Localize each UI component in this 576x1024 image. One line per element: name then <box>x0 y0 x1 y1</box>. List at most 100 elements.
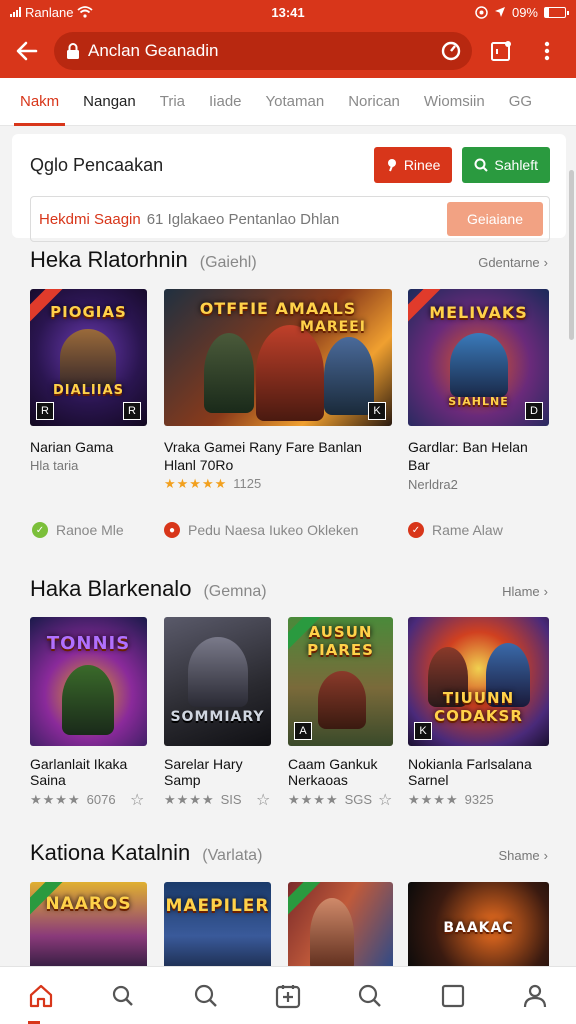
tab-3[interactable]: Iiade <box>197 78 254 126</box>
more-vertical-icon <box>544 41 550 61</box>
game-artwork-hero <box>60 329 116 387</box>
search-card: Qglo Pencaakan Rinee Sahleft Hekdmi Saag… <box>12 134 566 242</box>
nav-search-2[interactable] <box>165 967 247 1024</box>
game-tile[interactable]: OTFFIE AMAALS MAREEI K <box>164 289 392 426</box>
game-artwork-hero <box>324 337 374 415</box>
game-name[interactable]: Vraka Gamei Rany Fare Banlan <box>164 438 394 456</box>
game-subtitle: Hlanl 70Ro <box>164 457 234 473</box>
game-tile[interactable]: TONNIS <box>30 617 147 746</box>
game-artwork-hero <box>318 671 366 729</box>
rating-value: SIS <box>220 792 242 807</box>
tab-4[interactable]: Yotaman <box>254 78 337 126</box>
nav-home[interactable] <box>0 967 82 1024</box>
scrollbar[interactable] <box>569 170 574 340</box>
arrow-left-icon <box>16 41 38 61</box>
star-icon: ★★★★ <box>408 792 459 807</box>
reload-icon[interactable] <box>440 40 462 62</box>
game-subtitle: Hla taria <box>30 458 79 473</box>
bottom-nav <box>0 966 576 1024</box>
section-1-subtitle: (Gaiehl) <box>199 254 257 271</box>
game-tile[interactable]: AUSUN PIARES A <box>288 617 393 746</box>
tab-2[interactable]: Tria <box>148 78 197 126</box>
nav-library[interactable] <box>411 967 493 1024</box>
rating-value: 9325 <box>464 792 494 807</box>
search-placeholder: 61 Iglakaeo Pentanlao Dhlan <box>146 210 340 228</box>
battery-percent: 09% <box>511 4 538 20</box>
rating-stars: ★★★★ 6076 <box>30 792 116 808</box>
section-3-header: Kationa Katalnin (Varlata) Shame › <box>30 840 548 866</box>
tag-chip[interactable]: ● Pedu Naesa Iukeo Okleken <box>164 522 358 538</box>
calendar-icon <box>491 41 511 61</box>
game-tile[interactable]: BAAKAC <box>408 882 549 966</box>
back-button[interactable] <box>12 36 42 66</box>
game-artwork-hero <box>310 898 354 966</box>
game-tile[interactable]: MAEPILER <box>164 882 271 966</box>
game-artwork-hero <box>188 637 248 707</box>
game-name[interactable]: Narian Gama <box>30 438 155 456</box>
tab-6[interactable]: Wiomsiin <box>412 78 497 126</box>
signal-icon <box>10 7 21 17</box>
game-art-title: MELIVAKS <box>429 303 528 322</box>
nav-profile[interactable] <box>494 967 576 1024</box>
section-1-more-label: Gdentarne <box>478 255 540 270</box>
search-icon <box>113 985 134 1006</box>
more-menu-button[interactable] <box>530 34 564 68</box>
section-2-subtitle: (Gemna) <box>203 583 267 600</box>
battery-icon <box>544 6 569 18</box>
nav-add[interactable] <box>247 967 329 1024</box>
section-2-title: Haka Blarkenalo <box>30 576 192 601</box>
game-tile[interactable] <box>288 882 393 966</box>
tab-0[interactable]: Nakm <box>8 78 71 126</box>
section-2-more-link[interactable]: Hlame › <box>502 584 548 599</box>
publisher-icon: K <box>368 402 386 420</box>
game-tile[interactable]: SOMMIARY <box>164 617 271 746</box>
nav-search[interactable] <box>82 967 164 1024</box>
search-card-title: Qglo Pencaakan <box>30 154 164 175</box>
search-icon <box>359 984 382 1007</box>
game-tile[interactable]: PIOGIAS DIALIIAS R R <box>30 289 147 426</box>
game-art-title: TONNIS <box>46 633 131 654</box>
game-name[interactable]: Gardlar: Ban Helan <box>408 438 553 456</box>
content-area: Qglo Pencaakan Rinee Sahleft Hekdmi Saag… <box>0 126 576 966</box>
location-arrow-icon <box>494 7 505 17</box>
search-go-button[interactable]: Geiaiane <box>446 202 543 236</box>
search-highlight-text: Hekdmi Saagin <box>39 210 141 228</box>
lock-icon <box>67 43 79 59</box>
star-icon: ★★★★ <box>30 792 81 807</box>
search-input[interactable]: Hekdmi Saagin 61 Iglakaeo Pentanlao Dhla… <box>30 196 550 242</box>
tab-1[interactable]: Nangan <box>71 78 148 126</box>
tag-chip[interactable]: ✓ Ranoe Mle <box>32 522 124 538</box>
carrier-label: Ranlane <box>25 4 74 20</box>
check-icon: ✓ <box>408 522 424 538</box>
game-tile[interactable]: NAAROS <box>30 882 147 966</box>
tag-chip[interactable]: ✓ Rame Alaw <box>408 522 503 538</box>
nav-search-3[interactable] <box>329 967 411 1024</box>
tab-7[interactable]: GG <box>497 78 544 126</box>
star-icon: ★★★★ <box>164 792 215 807</box>
star-outline-icon[interactable]: ☆ <box>256 790 270 810</box>
calendar-button[interactable] <box>484 34 518 68</box>
game-artwork-hero <box>450 333 508 397</box>
game-tile[interactable]: TIUUNN CODAKSR K <box>408 617 549 746</box>
url-bar[interactable]: Anclan Geanadin <box>54 32 472 70</box>
game-tile[interactable]: MELIVAKS SIAHLNE D <box>408 289 549 426</box>
green-action-button[interactable]: Sahleft <box>462 147 550 183</box>
search-icon <box>474 158 489 172</box>
tab-5[interactable]: Norican <box>336 78 412 126</box>
star-outline-icon[interactable]: ☆ <box>130 790 144 810</box>
game-art-title: MAEPILER <box>165 896 270 916</box>
game-art-title: NAAROS <box>45 894 132 914</box>
app-bar: Anclan Geanadin <box>0 24 576 78</box>
section-1-more-link[interactable]: Gdentarne › <box>478 255 548 270</box>
game-subtitle: Samp <box>164 772 201 788</box>
clock: 13:41 <box>271 4 305 20</box>
chevron-right-icon: › <box>543 848 548 863</box>
game-artwork-hero <box>256 325 324 421</box>
section-1-title: Heka Rlatorhnin <box>30 247 188 272</box>
profile-icon <box>523 984 546 1007</box>
red-action-button[interactable]: Rinee <box>373 147 453 183</box>
pin-icon <box>387 159 396 172</box>
home-icon <box>30 984 53 1007</box>
section-3-more-link[interactable]: Shame › <box>498 848 548 863</box>
star-outline-icon[interactable]: ☆ <box>378 790 392 810</box>
